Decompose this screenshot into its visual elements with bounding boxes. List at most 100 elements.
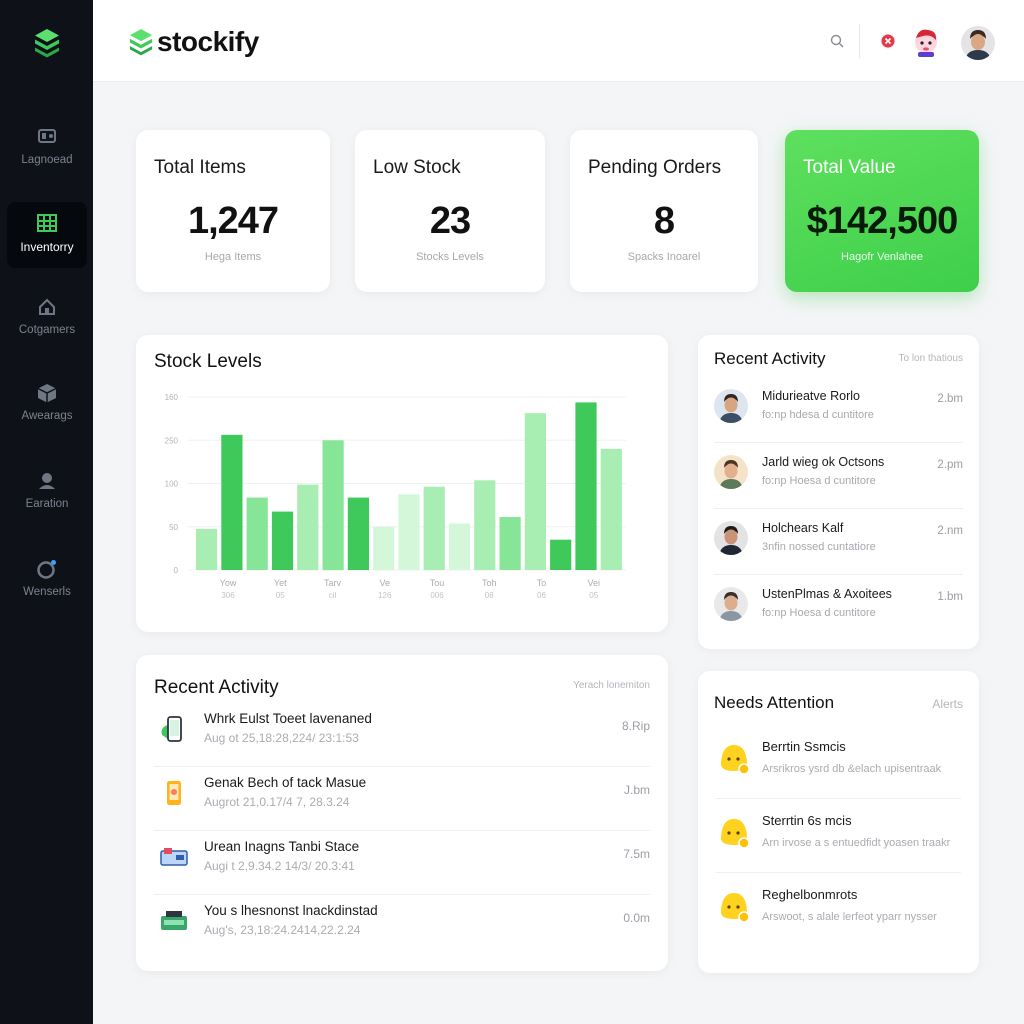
alert-item[interactable]: Reghelbonmrots Arswoot, s alale lerfeot … bbox=[716, 873, 961, 947]
chart-bar[interactable] bbox=[196, 528, 218, 570]
brand-name: stockify bbox=[157, 26, 259, 57]
chart-bar[interactable] bbox=[322, 440, 344, 571]
stock-levels-chart: 050100250160Yow306Yet05TarvcilVe126Tou00… bbox=[165, 393, 626, 600]
recent-activity-side-panel: Recent Activity To lon thatious Miduriea… bbox=[698, 335, 979, 649]
activity-item[interactable]: Midurieatve Rorlo fo:np hdesa d cuntitor… bbox=[714, 377, 963, 443]
chart-bar[interactable] bbox=[550, 539, 572, 570]
activity-detail: 3nfin nossed cuntatiore bbox=[762, 541, 876, 553]
y-tick-label: 250 bbox=[165, 436, 179, 445]
sidebar-item-label: Earation bbox=[25, 498, 69, 510]
x-tick-label: Vei bbox=[587, 578, 600, 588]
user-avatar bbox=[714, 389, 748, 423]
stat-card-low-stock[interactable]: Low Stock 23 Stocks Levels bbox=[355, 130, 545, 292]
activity-name: Urean Inagns Tanbi Stace bbox=[204, 839, 360, 854]
x-tick-sublabel: 05 bbox=[276, 591, 285, 600]
chart-bar[interactable] bbox=[271, 511, 294, 570]
sidebar-item-lagnoead[interactable]: Lagnoead bbox=[7, 116, 87, 182]
brand[interactable]: stockify bbox=[129, 26, 259, 58]
top-header: stockify bbox=[93, 0, 1024, 82]
alert-item[interactable]: Berrtin Ssmcis Arsrikros ysrd db &elach … bbox=[716, 725, 961, 799]
alert-item[interactable]: Sterrtin 6s mcis Arn irvose a s entuedfi… bbox=[716, 799, 961, 873]
sidebar-item-label: Cotgamers bbox=[18, 324, 76, 336]
recent-activity-panel: Recent Activity Yerach lonemiton Whrk Eu… bbox=[136, 655, 668, 971]
panel-title: Needs Attention bbox=[714, 693, 835, 712]
sidebar-item-awearags[interactable]: Awearags bbox=[7, 372, 87, 438]
sidebar-item-label: Lagnoead bbox=[21, 154, 73, 166]
activity-row[interactable]: Whrk Eulst Toeet lavenaned Aug ot 25,18:… bbox=[154, 703, 650, 767]
sidebar-item-cotgamers[interactable]: Cotgamers bbox=[7, 286, 87, 352]
panel-hint[interactable]: To lon thatious bbox=[899, 353, 964, 364]
chart-bar[interactable] bbox=[474, 480, 496, 570]
activity-date: Augrot 21,0.17/4 7, 28.3.24 bbox=[204, 795, 350, 809]
activity-size: 8.Rip bbox=[621, 719, 650, 733]
stock-levels-panel: Stock Levels 0 50 100 250 160 Yow 306 Yet 05 Tarv… bbox=[136, 335, 668, 632]
chart-bar[interactable] bbox=[246, 497, 268, 570]
sidebar-item-label: Wenserls bbox=[23, 586, 71, 598]
stat-value: 1,247 bbox=[187, 200, 279, 242]
warning-bell-icon bbox=[720, 745, 750, 775]
search-icon[interactable] bbox=[829, 33, 845, 49]
activity-size: 7.5m bbox=[623, 847, 650, 861]
alert-name: Reghelbonmrots bbox=[762, 887, 858, 902]
mascot-icon[interactable] bbox=[911, 26, 941, 58]
stockify-logo-icon[interactable] bbox=[34, 28, 60, 58]
warning-bell-icon bbox=[720, 893, 750, 923]
stat-title: Total Value bbox=[803, 157, 896, 178]
phone-icon bbox=[161, 716, 182, 742]
scanner-icon bbox=[161, 911, 187, 930]
stat-card-pending-orders[interactable]: Pending Orders 8 Spacks Inoarel bbox=[570, 130, 758, 292]
user-avatar[interactable] bbox=[961, 26, 995, 60]
activity-detail: fo:np Hoesa d cuntitore bbox=[762, 607, 876, 619]
sidebar-item-label: Inventorry bbox=[20, 240, 74, 254]
stockify-logo-icon bbox=[129, 29, 153, 56]
stat-value: 23 bbox=[429, 200, 471, 242]
activity-item[interactable]: UstenPlmas & Axoitees fo:np Hoesa d cunt… bbox=[714, 575, 963, 641]
x-tick-label: Ve bbox=[379, 578, 390, 588]
panel-title: Recent Activity bbox=[154, 677, 279, 698]
stat-card-total-items[interactable]: Total Items 1,247 Hega Items bbox=[136, 130, 330, 292]
alert-name: Sterrtin 6s mcis bbox=[762, 813, 852, 828]
activity-time: 2.nm bbox=[937, 525, 963, 537]
activity-size: J.bm bbox=[623, 783, 650, 797]
sidebar-item-wenserls[interactable]: Wenserls bbox=[7, 548, 87, 614]
panel-hint[interactable]: Yerach lonemiton bbox=[573, 680, 650, 691]
x-tick-label: Tarv bbox=[324, 578, 342, 588]
chart-bar[interactable] bbox=[423, 486, 445, 570]
chart-bar[interactable] bbox=[499, 517, 521, 570]
chart-bar[interactable] bbox=[600, 448, 622, 570]
chart-bar[interactable] bbox=[575, 402, 597, 570]
stat-value: 8 bbox=[653, 200, 675, 242]
chart-bar[interactable] bbox=[524, 413, 546, 570]
stat-title: Low Stock bbox=[373, 157, 461, 178]
chart-bar[interactable] bbox=[221, 434, 243, 570]
stat-subtitle: Hega Items bbox=[204, 251, 262, 263]
panel-hint[interactable]: Alerts bbox=[932, 697, 963, 711]
activity-item[interactable]: Holchears Kalf 3nfin nossed cuntatiore 2… bbox=[714, 509, 963, 575]
y-tick-label: 0 bbox=[174, 566, 179, 575]
sidebar-item-inventorry[interactable]: Inventorry bbox=[7, 202, 87, 268]
activity-item[interactable]: Jarld wieg ok Octsons fo:np Hoesa d cunt… bbox=[714, 443, 963, 509]
user-icon bbox=[39, 473, 55, 489]
chart-bar[interactable] bbox=[373, 526, 395, 571]
chart-bar[interactable] bbox=[398, 494, 420, 570]
chart-bar[interactable] bbox=[347, 497, 369, 570]
alert-detail: Arsrikros ysrd db &elach upisentraak bbox=[762, 763, 942, 775]
sidebar-item-earation[interactable]: Earation bbox=[7, 460, 87, 526]
stat-subtitle: Spacks Inoarel bbox=[627, 251, 701, 263]
panel-title: Recent Activity bbox=[714, 349, 826, 368]
activity-row[interactable]: You s lhesnonst lnackdinstad Aug's, 23,1… bbox=[154, 895, 650, 959]
chart-bar[interactable] bbox=[448, 523, 471, 571]
stat-title: Pending Orders bbox=[588, 157, 722, 178]
activity-row[interactable]: Genak Bech of tack Masue Augrot 21,0.17/… bbox=[154, 767, 650, 831]
inventory-grid-icon bbox=[37, 214, 57, 232]
sidebar: Lagnoead Inventorry Cotgamers Awearags E… bbox=[0, 0, 93, 1024]
stat-card-total-value[interactable]: Total Value $142,500 Hagofr Venlahee bbox=[785, 130, 979, 292]
user-avatar bbox=[714, 587, 748, 621]
x-tick-sublabel: 006 bbox=[430, 591, 444, 600]
close-badge-icon[interactable] bbox=[880, 33, 896, 49]
activity-date: Augi t 2,9.34.2 14/3/ 20.3:41 bbox=[204, 859, 355, 873]
activity-name: Jarld wieg ok Octsons bbox=[762, 455, 885, 469]
activity-row[interactable]: Urean Inagns Tanbi Stace Augi t 2,9.34.2… bbox=[154, 831, 650, 895]
chart-bar[interactable] bbox=[297, 484, 319, 570]
activity-date: Aug's, 23,18:24.2414,22.2.24 bbox=[204, 923, 361, 937]
